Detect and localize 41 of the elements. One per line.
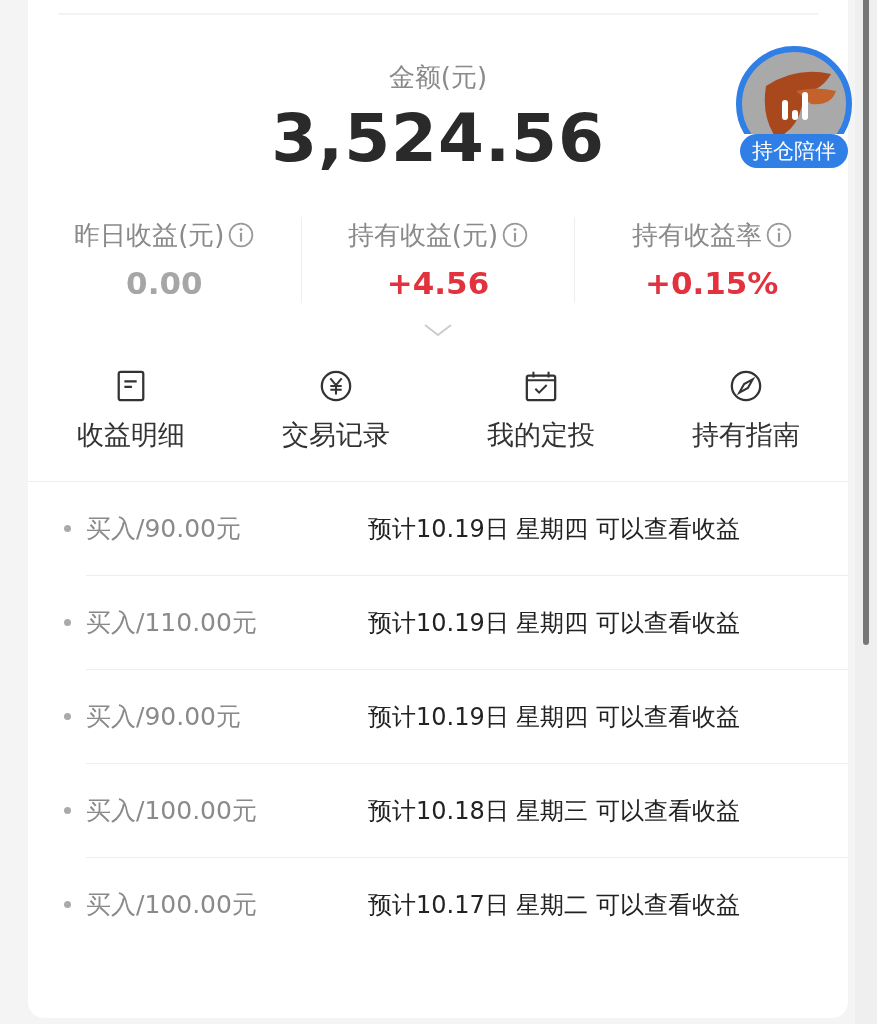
bullet-icon bbox=[64, 807, 71, 814]
record-note: 预计10.18日 星期三 可以查看收益 bbox=[368, 795, 740, 827]
stat-value: +4.56 bbox=[386, 264, 490, 303]
compass-icon bbox=[728, 369, 763, 403]
shortcut-button[interactable]: 持有指南 bbox=[643, 369, 848, 481]
bullet-icon bbox=[64, 713, 71, 720]
record-row[interactable]: 买入/100.00元 预计10.17日 星期二 可以查看收益 bbox=[86, 858, 848, 951]
shortcut-button[interactable]: 我的定投 bbox=[438, 369, 643, 481]
info-icon[interactable] bbox=[228, 222, 255, 248]
stat-label: 昨日收益(元) bbox=[74, 219, 225, 252]
stat-value: 0.00 bbox=[126, 264, 203, 303]
info-icon[interactable] bbox=[502, 222, 529, 248]
stat-value: +0.15% bbox=[644, 264, 779, 303]
badge-label[interactable]: 持仓陪伴 bbox=[740, 134, 848, 168]
record-title: 买入/100.00元 bbox=[86, 795, 258, 827]
bullet-icon bbox=[64, 525, 71, 532]
record-note: 预计10.19日 星期四 可以查看收益 bbox=[368, 513, 740, 545]
record-title: 买入/110.00元 bbox=[86, 607, 258, 639]
record-title: 买入/100.00元 bbox=[86, 889, 258, 921]
bullet-icon bbox=[64, 619, 71, 626]
shortcut-button[interactable]: 交易记录 bbox=[233, 369, 438, 481]
record-row[interactable]: 买入/100.00元 预计10.18日 星期三 可以查看收益 bbox=[86, 764, 848, 858]
amount-value: 3,524.56 bbox=[271, 99, 605, 179]
record-row[interactable]: 买入/90.00元 预计10.19日 星期四 可以查看收益 bbox=[86, 670, 848, 764]
record-title: 买入/90.00元 bbox=[86, 513, 242, 545]
record-row[interactable]: 买入/90.00元 预计10.19日 星期四 可以查看收益 bbox=[86, 482, 848, 576]
amount-label: 金额(元) bbox=[388, 61, 488, 94]
info-icon[interactable] bbox=[765, 222, 792, 248]
record-note: 预计10.19日 星期四 可以查看收益 bbox=[368, 701, 740, 733]
calendar-icon bbox=[523, 369, 558, 403]
shortcut-button[interactable]: 收益明细 bbox=[28, 369, 233, 481]
stat-label: 持有收益率 bbox=[631, 219, 762, 252]
bullet-icon bbox=[64, 901, 71, 908]
scrollbar-thumb[interactable] bbox=[863, 0, 869, 645]
stat-label: 持有收益(元) bbox=[347, 219, 499, 252]
chevron-down-icon[interactable] bbox=[423, 323, 453, 337]
yen-icon bbox=[318, 369, 353, 403]
record-title: 买入/90.00元 bbox=[86, 701, 242, 733]
record-note: 预计10.19日 星期四 可以查看收益 bbox=[368, 607, 740, 639]
record-row[interactable]: 买入/110.00元 预计10.19日 星期四 可以查看收益 bbox=[86, 576, 848, 670]
record-note: 预计10.17日 星期二 可以查看收益 bbox=[368, 889, 740, 921]
